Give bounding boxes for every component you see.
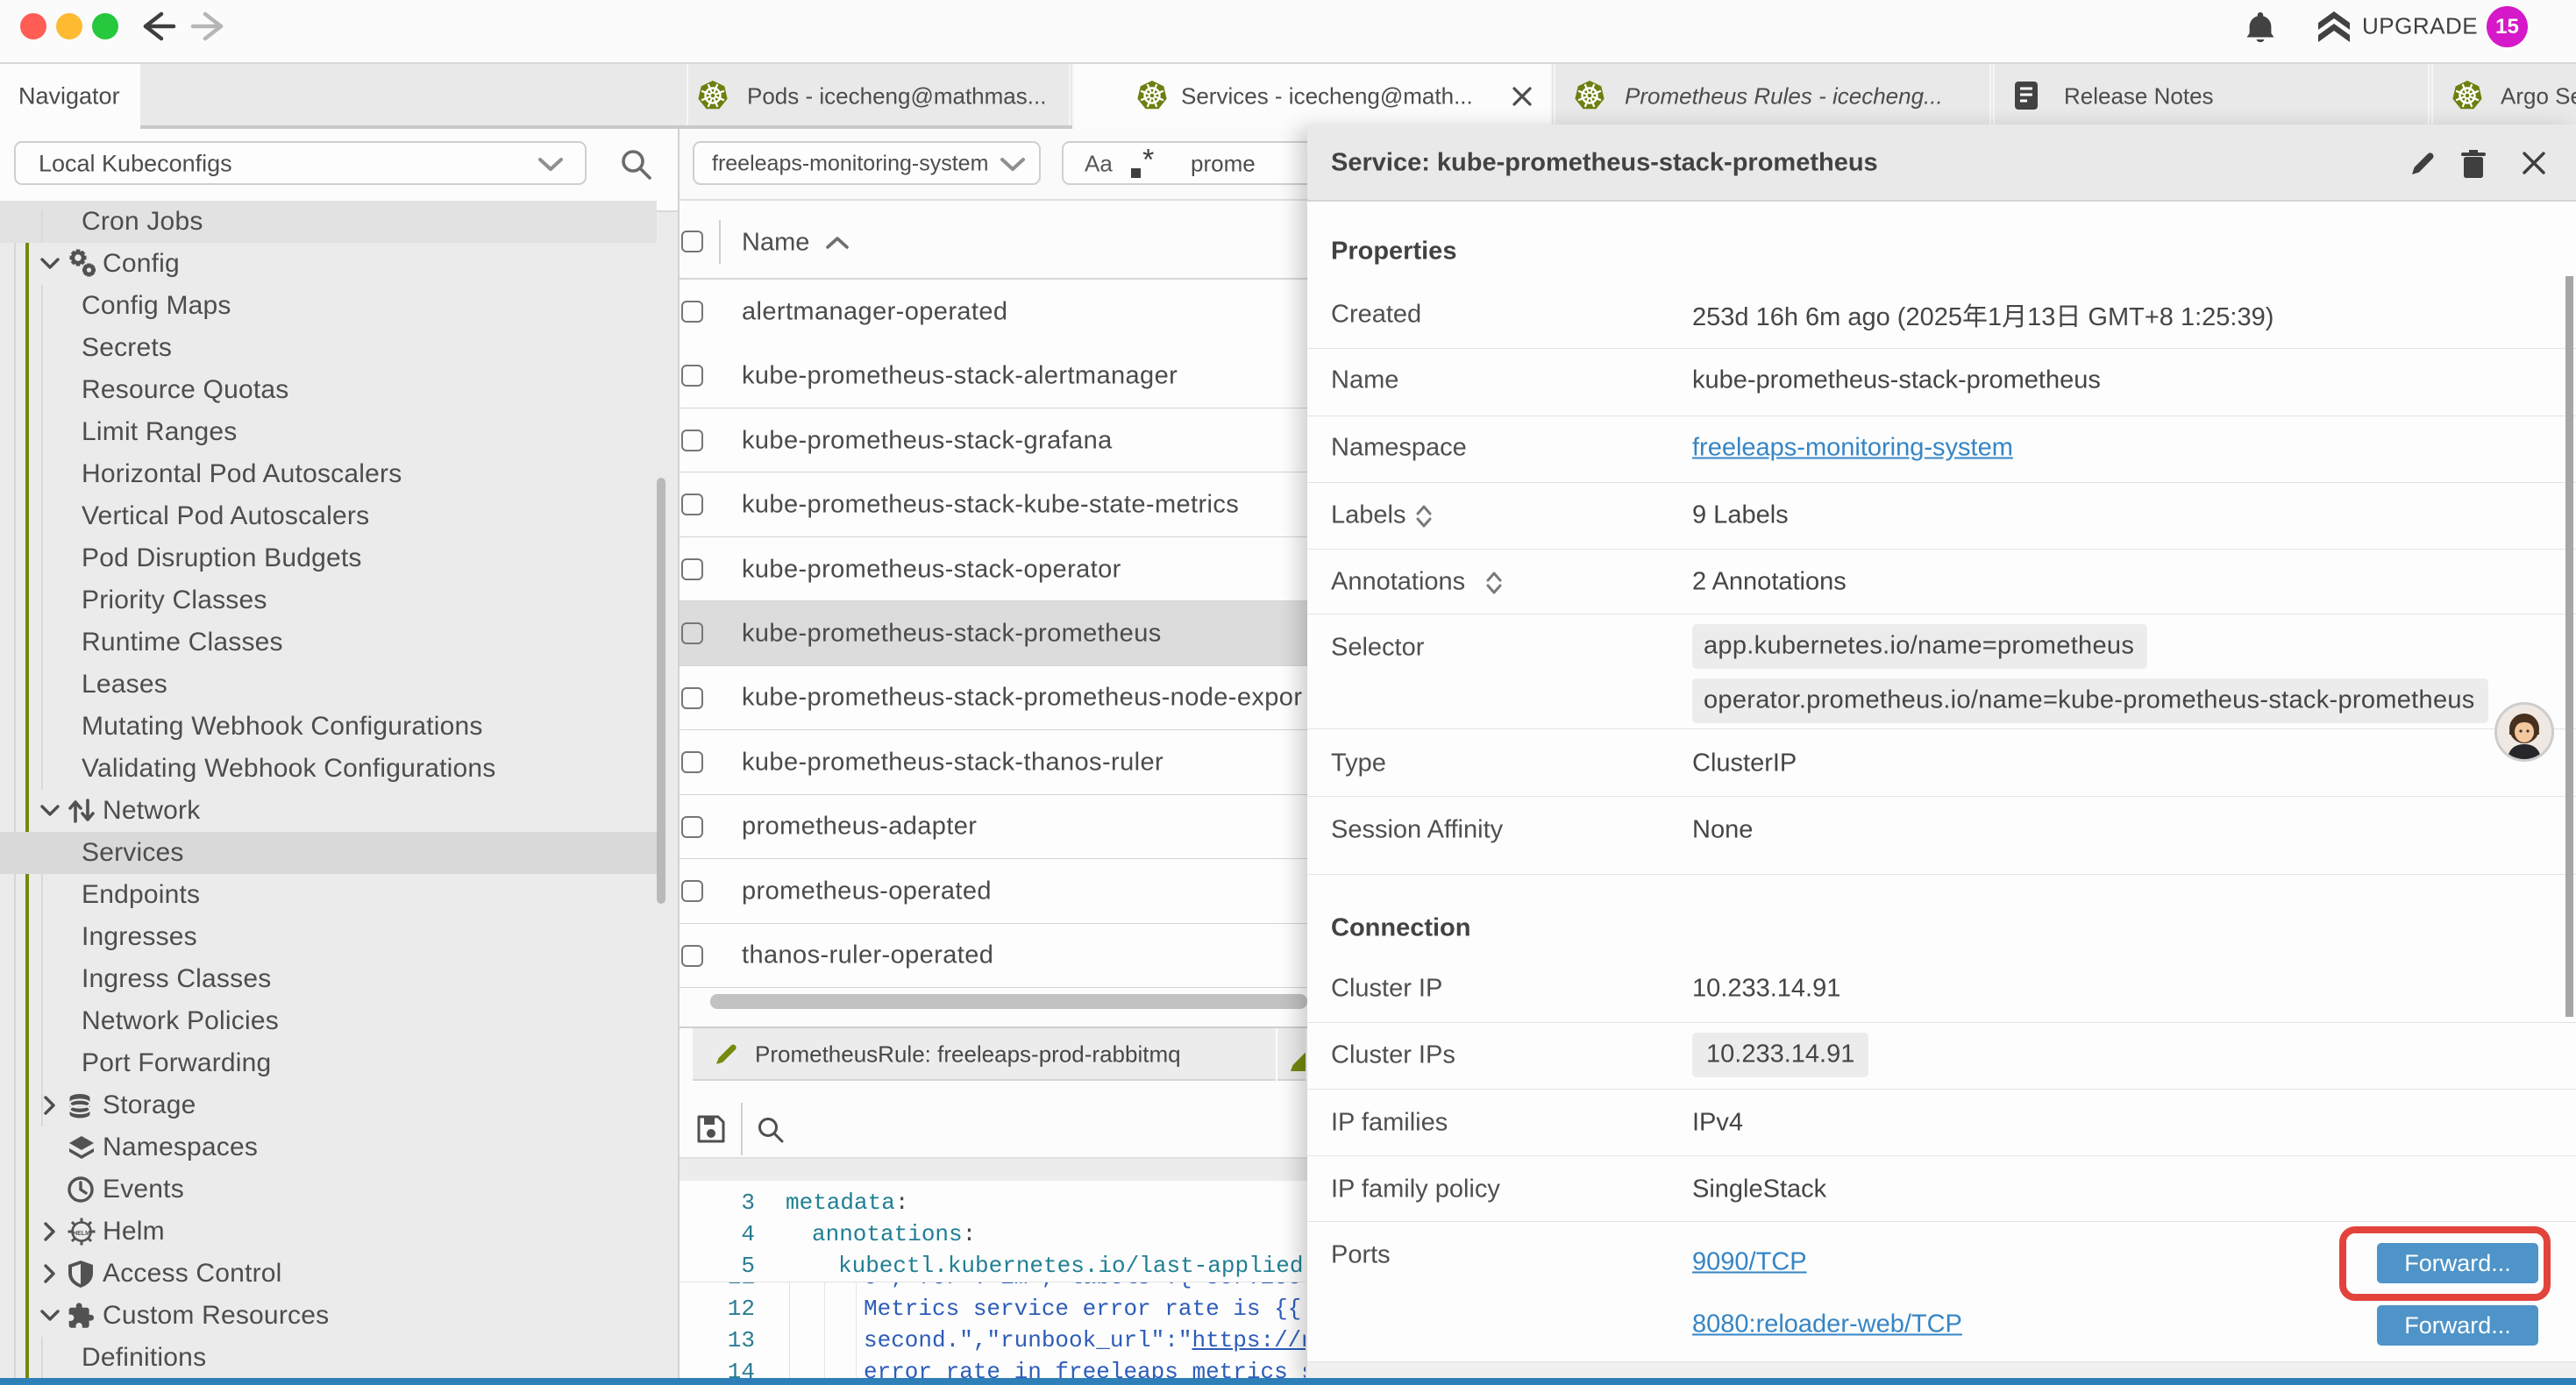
svg-text:HELM: HELM <box>73 1231 90 1237</box>
